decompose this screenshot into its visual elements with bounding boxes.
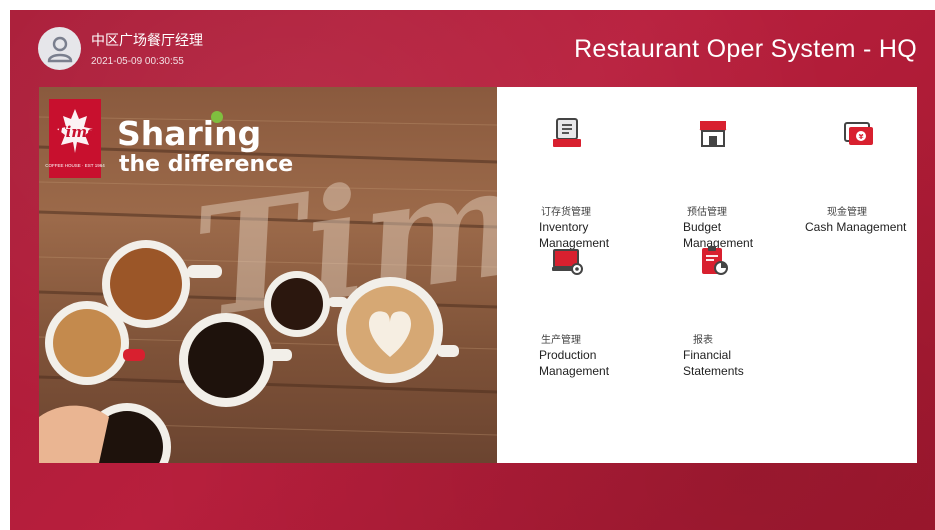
menu-item-inventory[interactable]: 订存货管理 Inventory Management: [537, 117, 657, 250]
report-icon: [702, 246, 728, 275]
menu-item-budget[interactable]: 预估管理 Budget Management: [683, 117, 803, 250]
brand-logo-text: Tims: [54, 123, 96, 141]
promo-banner: Tims Tims COFFEE HOUSE · EST 1964 Sharin…: [39, 87, 497, 463]
budget-store-icon: [699, 121, 727, 147]
user-name: 中区广场餐厅经理: [91, 31, 203, 48]
slogan-line1: Sharing: [117, 114, 261, 153]
user-info: 中区广场餐厅经理 2021-05-09 00:30:55: [38, 27, 203, 70]
menu-label-zh: 生产管理: [541, 335, 581, 346]
cash-icon: ¥: [844, 122, 873, 145]
system-title: Restaurant Oper System - HQ: [574, 35, 917, 63]
app-window: 中区广场餐厅经理 2021-05-09 00:30:55 Restaurant …: [10, 10, 935, 530]
banner-image: Tims Tims COFFEE HOUSE · EST 1964 Sharin…: [39, 99, 497, 463]
menu-item-production[interactable]: 生产管理 Production Management: [537, 245, 657, 378]
brand-logo-subtext: COFFEE HOUSE · EST 1964: [45, 163, 105, 168]
user-icon: [47, 36, 72, 62]
menu-item-cash[interactable]: ¥ 现金管理 Cash Management: [805, 117, 935, 237]
main-panel: Tims Tims COFFEE HOUSE · EST 1964 Sharin…: [39, 87, 917, 463]
login-timestamp: 2021-05-09 00:30:55: [91, 55, 184, 67]
module-menu: 订存货管理 Inventory Management 预估管理 Budget M…: [497, 87, 917, 463]
slogan-line2: the difference: [119, 152, 293, 177]
inventory-icon: [553, 118, 581, 147]
menu-label-zh: 现金管理: [827, 207, 867, 218]
menu-label-en: Production Management: [539, 348, 610, 378]
menu-label-en: Financial Statements: [683, 348, 744, 378]
menu-label-zh: 预估管理: [687, 207, 727, 218]
menu-label-zh: 订存货管理: [541, 207, 591, 218]
avatar[interactable]: [38, 27, 81, 70]
svg-text:¥: ¥: [859, 133, 864, 141]
menu-label-zh: 报表: [693, 335, 713, 346]
production-icon: [552, 249, 583, 275]
menu-label-en: Cash Management: [805, 220, 907, 234]
menu-item-reports[interactable]: 报表 Financial Statements: [683, 245, 803, 378]
